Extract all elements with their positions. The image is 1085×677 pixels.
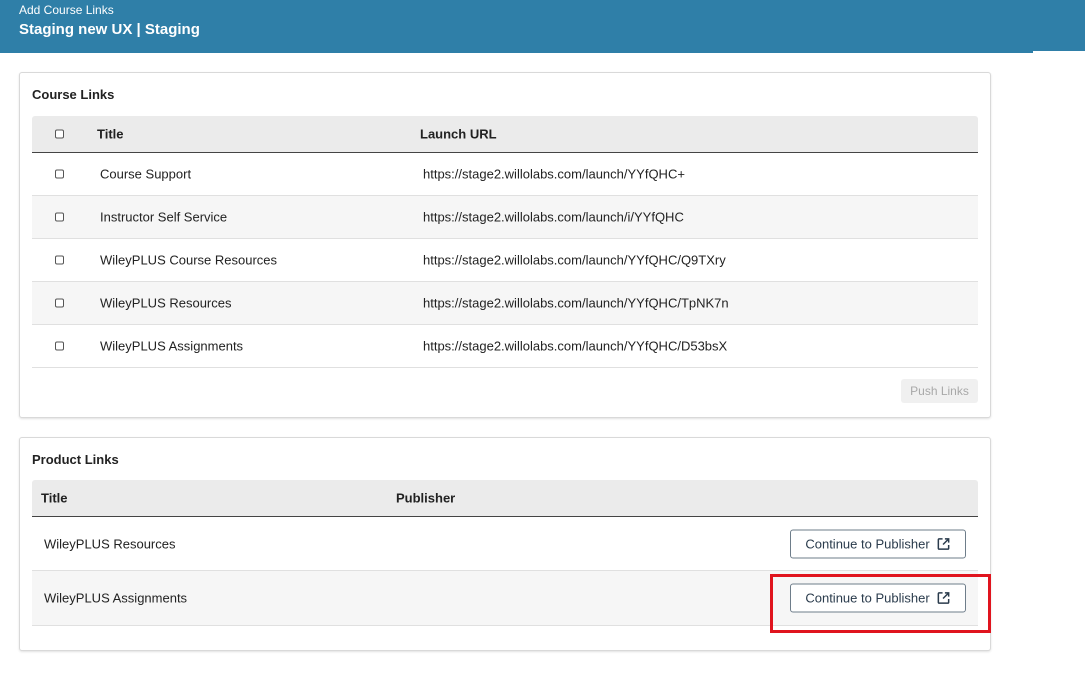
table-row: WileyPLUS Resources https://stage2.willo… xyxy=(32,282,978,325)
course-links-table: Title Launch URL Course Support https://… xyxy=(32,116,978,368)
table-row: WileyPLUS Course Resources https://stage… xyxy=(32,239,978,282)
course-links-card: Course Links Title Launch URL Course Sup… xyxy=(19,72,991,418)
push-links-button[interactable]: Push Links xyxy=(901,379,978,403)
header-title: Staging new UX | Staging xyxy=(19,21,200,38)
header-strip xyxy=(1033,0,1085,51)
row-url: https://stage2.willolabs.com/launch/YYfQ… xyxy=(423,166,685,182)
row-checkbox[interactable] xyxy=(55,341,64,351)
row-title: WileyPLUS Resources xyxy=(100,295,232,311)
table-row: WileyPLUS Assignments https://stage2.wil… xyxy=(32,325,978,368)
row-url: https://stage2.willolabs.com/launch/YYfQ… xyxy=(423,295,729,311)
row-checkbox[interactable] xyxy=(55,169,64,179)
row-url: https://stage2.willolabs.com/launch/i/YY… xyxy=(423,209,684,225)
row-title: Course Support xyxy=(100,166,192,182)
row-title: WileyPLUS Course Resources xyxy=(100,252,278,268)
column-header-title: Title xyxy=(41,490,68,506)
table-row: WileyPLUS Resources Continue to Publishe… xyxy=(32,517,978,571)
continue-to-publisher-button[interactable]: Continue to Publisher xyxy=(790,529,966,558)
course-links-title: Course Links xyxy=(32,87,115,102)
header-subtitle: Add Course Links xyxy=(19,3,114,17)
row-checkbox[interactable] xyxy=(55,212,64,222)
select-all-checkbox[interactable] xyxy=(55,129,64,139)
row-url: https://stage2.willolabs.com/launch/YYfQ… xyxy=(423,338,728,354)
button-label: Continue to Publisher xyxy=(805,536,930,551)
product-links-title: Product Links xyxy=(32,452,119,467)
page-header: Add Course Links Staging new UX | Stagin… xyxy=(0,0,1033,53)
row-url: https://stage2.willolabs.com/launch/YYfQ… xyxy=(423,252,726,268)
row-title: WileyPLUS Assignments xyxy=(100,338,244,354)
column-header-title: Title xyxy=(97,126,124,142)
column-header-launch-url: Launch URL xyxy=(420,126,497,142)
row-checkbox[interactable] xyxy=(55,255,64,265)
table-header: Title Publisher xyxy=(32,480,978,517)
external-link-icon xyxy=(937,537,950,550)
row-title: WileyPLUS Assignments xyxy=(44,590,188,606)
table-row: Course Support https://stage2.willolabs.… xyxy=(32,153,978,196)
highlight-box xyxy=(770,574,991,633)
table-header: Title Launch URL xyxy=(32,116,978,153)
row-title: WileyPLUS Resources xyxy=(44,536,176,551)
row-checkbox[interactable] xyxy=(55,298,64,308)
row-title: Instructor Self Service xyxy=(100,209,228,225)
table-row: Instructor Self Service https://stage2.w… xyxy=(32,196,978,239)
column-header-publisher: Publisher xyxy=(396,490,456,506)
